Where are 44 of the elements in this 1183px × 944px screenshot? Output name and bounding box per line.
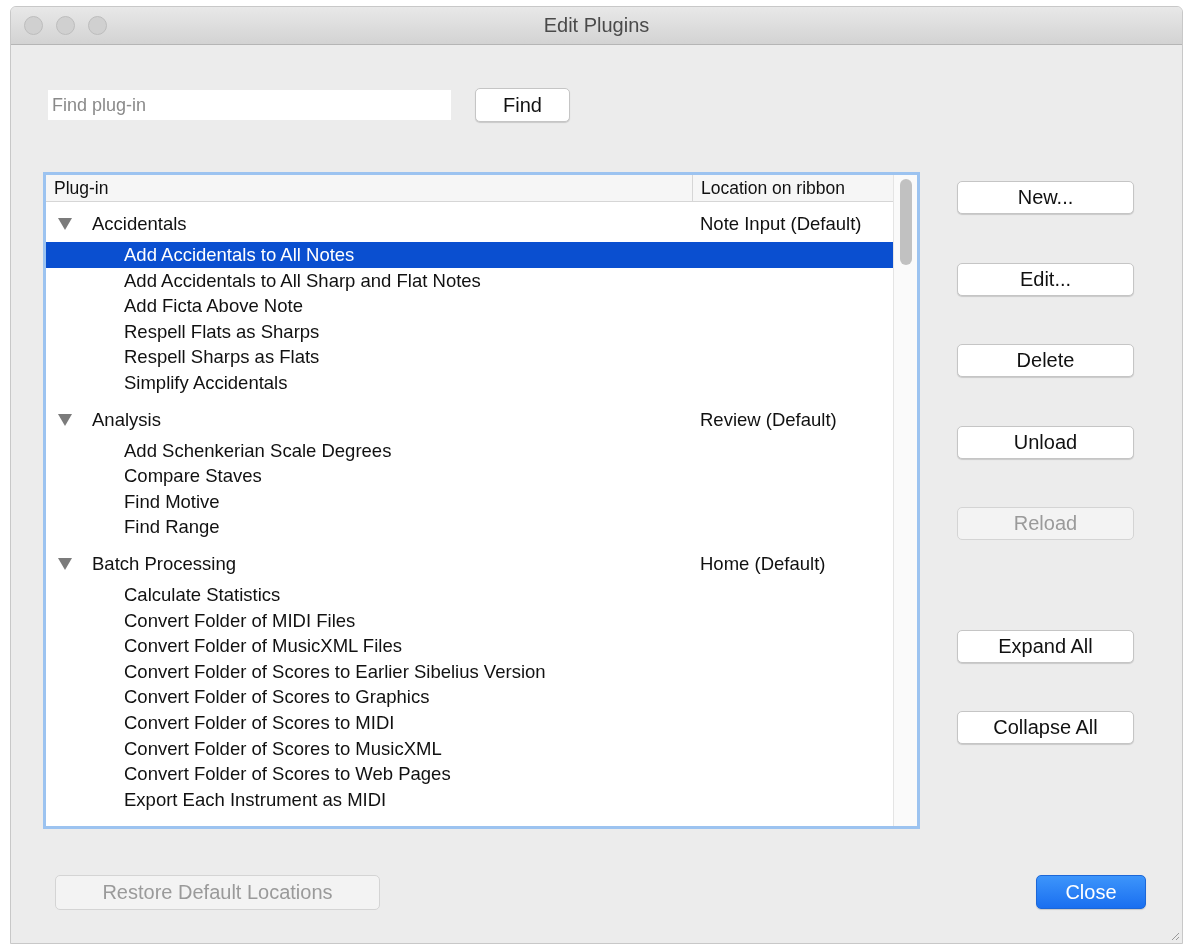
plugin-row[interactable]: Compare Staves bbox=[46, 463, 893, 489]
scrollbar[interactable] bbox=[893, 175, 917, 826]
plugin-row[interactable]: Simplify Accidentals bbox=[46, 369, 893, 396]
ribbon-location: Note Input (Default) bbox=[699, 213, 863, 235]
plugin-row[interactable]: Add Ficta Above Note bbox=[46, 293, 893, 319]
plugin-row[interactable]: Export Each Instrument as MIDI bbox=[46, 786, 893, 813]
disclosure-triangle-icon[interactable] bbox=[58, 413, 72, 426]
plugin-row[interactable]: Add Schenkerian Scale Degrees bbox=[46, 437, 893, 464]
plugin-row[interactable]: Respell Flats as Sharps bbox=[46, 318, 893, 345]
column-header[interactable]: Plug-in bbox=[46, 177, 692, 199]
side-button[interactable]: Collapse All bbox=[957, 711, 1134, 744]
side-button[interactable]: New... bbox=[957, 181, 1134, 214]
plugin-row[interactable]: Add Accidentals to All Notes bbox=[46, 242, 893, 268]
plugin-row[interactable]: Convert Folder of Scores to Graphics bbox=[46, 684, 893, 710]
plugin-row[interactable]: Convert Folder of MusicXML Files bbox=[46, 633, 893, 659]
resize-grip-icon[interactable] bbox=[1170, 931, 1180, 941]
disclosure-triangle-icon[interactable] bbox=[58, 557, 72, 570]
zoom-window-icon[interactable] bbox=[88, 16, 107, 35]
plugin-row[interactable]: Convert Folder of Scores to MusicXML bbox=[46, 735, 893, 762]
side-button[interactable]: Edit... bbox=[957, 262, 1134, 296]
minimize-window-icon[interactable] bbox=[56, 16, 75, 35]
side-button[interactable]: Delete bbox=[957, 344, 1134, 377]
plugin-row[interactable]: Convert Folder of Scores to Web Pages bbox=[46, 761, 893, 787]
plugin-row[interactable]: Convert Folder of Scores to MIDI bbox=[46, 709, 893, 736]
group-name[interactable]: Analysis bbox=[92, 408, 692, 431]
plugin-row[interactable]: Add Accidentals to All Sharp and Flat Notes bbox=[46, 267, 893, 294]
plugin-row[interactable]: Find Range bbox=[46, 514, 893, 540]
plugin-row[interactable]: Convert Folder of Scores to Earlier Sibelius Version bbox=[46, 658, 893, 685]
close-button[interactable]: Close bbox=[1036, 875, 1146, 909]
side-button[interactable]: Expand All bbox=[957, 629, 1134, 663]
disclosure-triangle-icon[interactable] bbox=[58, 218, 72, 230]
ribbon-location: Review (Default) bbox=[699, 408, 838, 431]
plugin-row[interactable]: Convert Folder of MIDI Files bbox=[46, 607, 893, 634]
find-button[interactable]: Find bbox=[475, 88, 570, 122]
plugin-row[interactable]: Calculate Statistics bbox=[46, 581, 893, 608]
plugin-row[interactable]: Respell Sharps as Flats bbox=[46, 344, 893, 370]
search-field[interactable]: Find plug-in bbox=[48, 90, 451, 120]
window-title: Edit Plugins bbox=[543, 14, 650, 37]
group-name[interactable]: Batch Processing bbox=[92, 552, 692, 575]
group-name[interactable]: Accidentals bbox=[92, 213, 692, 235]
side-button[interactable]: Unload bbox=[957, 425, 1134, 459]
ribbon-location: Home (Default) bbox=[699, 552, 827, 575]
close-window-icon[interactable] bbox=[24, 16, 43, 35]
plugin-row[interactable]: Find Motive bbox=[46, 488, 893, 515]
